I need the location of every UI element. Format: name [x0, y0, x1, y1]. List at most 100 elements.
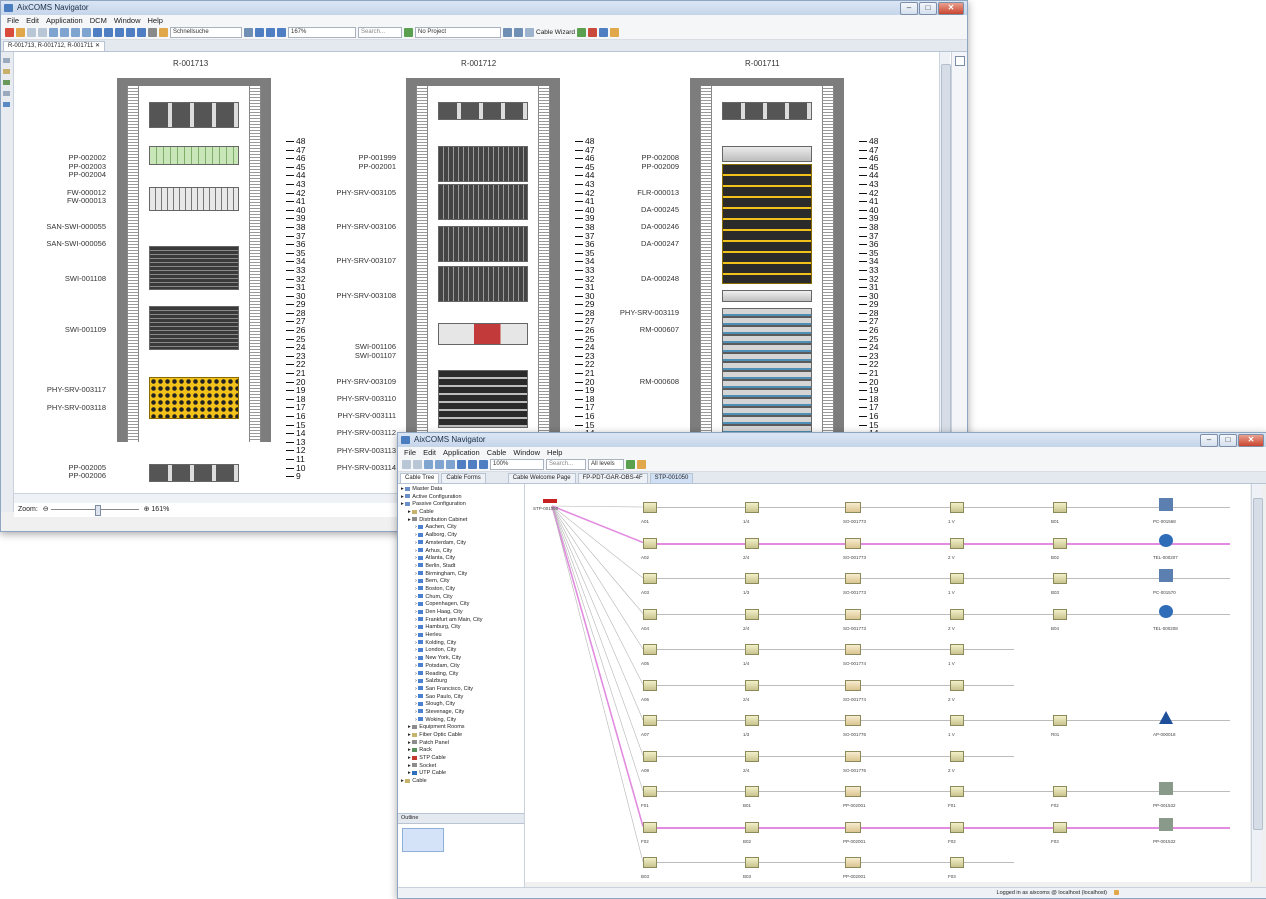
close-button[interactable]: ✕: [938, 2, 964, 15]
search-field[interactable]: Search...: [546, 459, 586, 470]
port-node-icon[interactable]: [1053, 502, 1067, 513]
menu-edit[interactable]: Edit: [423, 447, 436, 458]
network-icon[interactable]: [115, 28, 124, 37]
zoom-slider[interactable]: [50, 504, 139, 516]
device-label[interactable]: PP-002009: [641, 162, 679, 171]
device-label[interactable]: PHY-SRV-003107: [336, 256, 396, 265]
port-node-icon[interactable]: [1053, 537, 1067, 549]
tree-item[interactable]: › Potsdam, City: [401, 663, 524, 671]
patch-panel-device[interactable]: [722, 102, 812, 120]
port-node-icon[interactable]: [950, 537, 964, 549]
device-label[interactable]: PHY-SRV-003119: [620, 308, 679, 317]
cable-connection[interactable]: [657, 826, 1230, 829]
settings-icon[interactable]: [514, 28, 523, 37]
table-icon[interactable]: [137, 28, 146, 37]
port-node-icon[interactable]: [845, 608, 861, 620]
remove-icon[interactable]: [588, 28, 598, 37]
tree-item[interactable]: › Aachen, City: [401, 524, 524, 532]
tab-racks[interactable]: R-001713, R-001712, R-001711 ✕: [3, 41, 105, 51]
pc-icon[interactable]: [1159, 569, 1173, 582]
tree-item[interactable]: ▸ Active Configuration: [401, 494, 524, 502]
device-label[interactable]: SAN-SWI-000056: [46, 239, 106, 248]
filter-icon[interactable]: [277, 28, 286, 37]
maximize-button[interactable]: □: [1219, 434, 1237, 447]
menu-file[interactable]: File: [7, 15, 19, 26]
port-node-icon[interactable]: [745, 750, 759, 762]
port-node-icon[interactable]: [643, 857, 657, 868]
stop-icon[interactable]: [5, 28, 14, 37]
device-label[interactable]: SWI-001109: [65, 325, 106, 334]
port-node-icon[interactable]: [845, 821, 861, 833]
port-node-icon[interactable]: [643, 537, 657, 549]
panel-icon[interactable]: [1159, 782, 1173, 795]
tree-item[interactable]: ▸ Equipment Rooms: [401, 724, 524, 732]
star-icon[interactable]: [637, 460, 646, 469]
menu-cable[interactable]: Cable: [487, 447, 507, 458]
port-node-icon[interactable]: [745, 573, 759, 584]
outline-view-icon[interactable]: [955, 56, 965, 66]
port-node-icon[interactable]: [1053, 573, 1067, 584]
tree-item[interactable]: ▸ Fiber Optic Cable: [401, 732, 524, 740]
tree-item[interactable]: ▸ Passive Configuration: [401, 501, 524, 509]
device-label[interactable]: PHY-SRV-003117: [47, 385, 106, 394]
tab-stp-001050[interactable]: STP-001050: [649, 473, 694, 483]
device-label[interactable]: PHY-SRV-003113: [337, 446, 396, 455]
device-label[interactable]: SWI-001107: [355, 351, 396, 360]
port-node-icon[interactable]: [643, 715, 657, 726]
port-node-icon[interactable]: [845, 750, 861, 762]
device-label[interactable]: RM-000607: [640, 325, 679, 334]
menu-window[interactable]: Window: [513, 447, 540, 458]
port-node-icon[interactable]: [950, 857, 964, 868]
tab-fp-pdt[interactable]: FP-PDT-GAR-OBS-4F: [577, 473, 648, 483]
port-node-icon[interactable]: [1053, 715, 1067, 726]
tree-item[interactable]: › Herleu: [401, 632, 524, 640]
quick-search-combo[interactable]: Schnellsuche: [170, 27, 242, 38]
tree-item[interactable]: › Arhus, City: [401, 548, 524, 556]
port-node-icon[interactable]: [845, 573, 861, 584]
tab-cable-welcome[interactable]: Cable Welcome Page: [507, 473, 576, 483]
tree-item[interactable]: ▸ Rack: [401, 747, 524, 755]
server-device[interactable]: [149, 377, 239, 419]
tree-item[interactable]: › Den Haag, City: [401, 609, 524, 617]
tree-item[interactable]: › Aalborg, City: [401, 532, 524, 540]
cable-connection[interactable]: [657, 613, 1230, 615]
close-button[interactable]: ✕: [1238, 434, 1264, 447]
rack-view-icon[interactable]: [3, 80, 10, 85]
ap-icon[interactable]: [1159, 711, 1173, 724]
zoom-slider-thumb[interactable]: [94, 504, 101, 516]
menu-application[interactable]: Application: [46, 15, 83, 26]
cable-connection[interactable]: [657, 542, 1230, 545]
port-node-icon[interactable]: [643, 750, 657, 762]
home-icon[interactable]: [16, 28, 25, 37]
grid-icon[interactable]: [104, 28, 113, 37]
port-node-icon[interactable]: [643, 502, 657, 513]
port-node-icon[interactable]: [745, 715, 759, 726]
menu-file[interactable]: File: [404, 447, 416, 458]
port-node-icon[interactable]: [950, 502, 964, 513]
tree-item[interactable]: ▸ UTP Cable: [401, 770, 524, 778]
save-icon[interactable]: [27, 28, 36, 37]
device-label[interactable]: DA-000246: [641, 222, 679, 231]
server-device[interactable]: [438, 370, 528, 428]
save-all-icon[interactable]: [413, 460, 422, 469]
device-label[interactable]: PP-002004: [68, 170, 106, 179]
vertical-scrollbar[interactable]: [939, 52, 951, 492]
tree-item[interactable]: › Berlin, Stadt: [401, 563, 524, 571]
phone-icon[interactable]: [1159, 533, 1173, 547]
paste-icon[interactable]: [82, 28, 91, 37]
port-node-icon[interactable]: [745, 608, 759, 620]
add-icon[interactable]: [626, 460, 635, 469]
tree-item[interactable]: › Boston, City: [401, 586, 524, 594]
port-node-icon[interactable]: [950, 573, 964, 584]
rack-module-device[interactable]: [722, 308, 812, 438]
star-icon[interactable]: [610, 28, 620, 37]
tree-item[interactable]: › Birmingham, City: [401, 571, 524, 579]
device-label[interactable]: PP-002001: [358, 162, 396, 171]
server-device[interactable]: [438, 226, 528, 262]
device-label[interactable]: PP-002006: [68, 471, 106, 480]
tree-item[interactable]: ▸ Socket: [401, 763, 524, 771]
device-label[interactable]: PHY-SRV-003105: [336, 188, 396, 197]
view-icon[interactable]: [266, 28, 275, 37]
diagram-icon[interactable]: [255, 28, 264, 37]
menu-help[interactable]: Help: [547, 447, 562, 458]
